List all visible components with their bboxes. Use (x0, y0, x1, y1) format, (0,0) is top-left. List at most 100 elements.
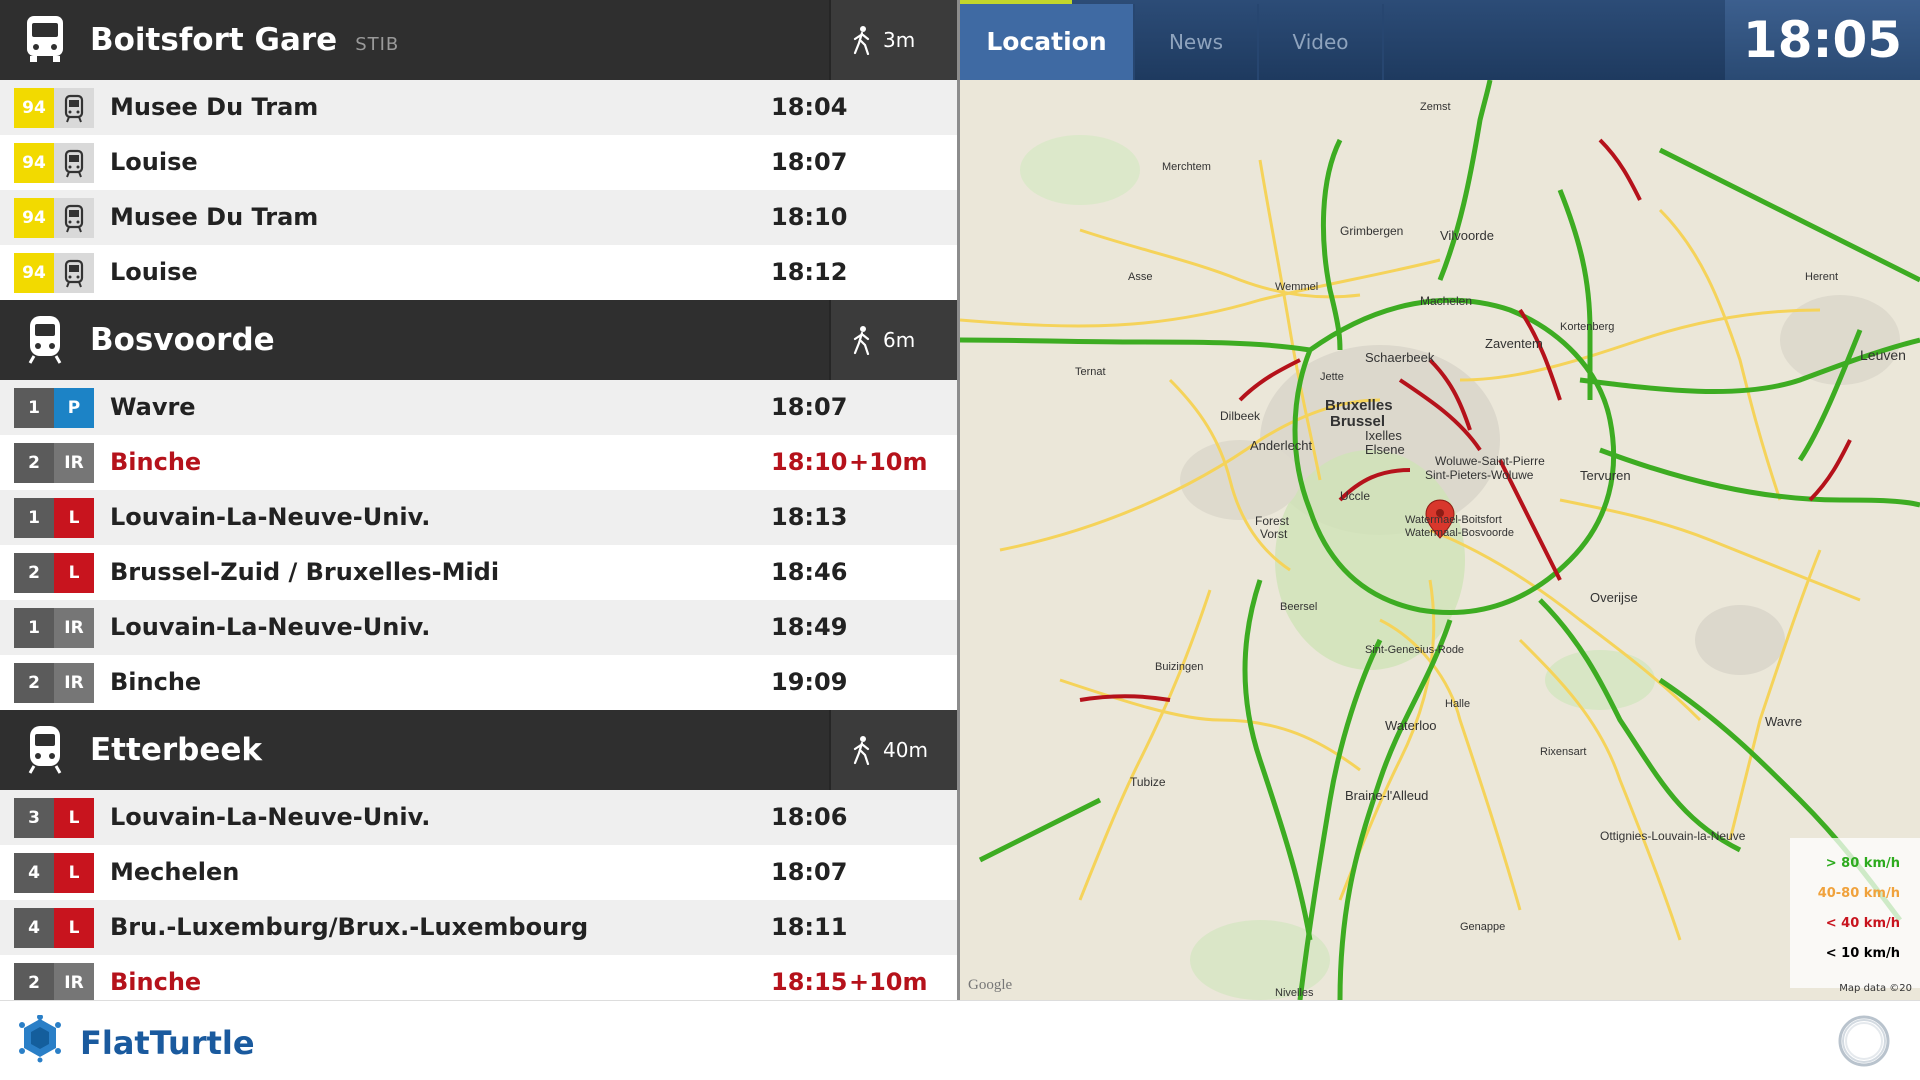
departure-time: 18:06 (771, 803, 848, 831)
station-header: Boitsfort Gare STIB 3m (0, 0, 957, 80)
map-label: Asse (1128, 271, 1152, 283)
destination: Mechelen (110, 858, 240, 886)
platform-badge: 1 (14, 388, 54, 428)
train-type-badge: IR (54, 443, 94, 483)
platform-badge: 2 (14, 553, 54, 593)
station-name: Bosvoorde (90, 322, 275, 358)
destination: Binche (110, 668, 202, 696)
walk-time: 6m (883, 328, 916, 352)
traffic-legend: > 80 km/h 40-80 km/h < 40 km/h < 10 km/h (1790, 838, 1920, 988)
platform-badge: 2 (14, 963, 54, 1000)
destination: Binche (110, 448, 202, 476)
map-label: Leuven (1860, 347, 1906, 363)
map-canvas[interactable]: Bruxelles Brussel Schaerbeek Ixelles Els… (960, 80, 1920, 1000)
tab-location[interactable]: Location (960, 4, 1135, 80)
map-label: Genappe (1460, 921, 1505, 933)
station-operator: STIB (355, 34, 400, 55)
legend-item: < 10 km/h (1825, 946, 1900, 961)
destination: Brussel-Zuid / Bruxelles-Midi (110, 558, 500, 586)
traffic-map[interactable]: Bruxelles Brussel Schaerbeek Ixelles Els… (960, 80, 1920, 1000)
map-label: Watermael-Boitsfort (1405, 514, 1502, 526)
departure-time: 18:07 (771, 148, 848, 176)
departure-row: 94 Louise 18:07 (0, 135, 957, 190)
map-label: Grimbergen (1340, 224, 1403, 238)
destination: Louvain-La-Neuve-Univ. (110, 503, 431, 531)
departure-time: 18:11 (771, 913, 848, 941)
platform-badge: 2 (14, 663, 54, 703)
destination: Binche (110, 968, 202, 996)
map-label: Overijse (1590, 590, 1638, 605)
map-label: Merchtem (1162, 161, 1211, 173)
map-label: Tubize (1130, 775, 1166, 789)
map-label: Ottignies-Louvain-la-Neuve (1600, 829, 1746, 843)
departure-time: 18:07 (771, 393, 848, 421)
map-label: Buizingen (1155, 661, 1203, 673)
departure-time: 18:07 (771, 858, 848, 886)
tab-video[interactable]: Video (1259, 4, 1384, 80)
departure-row: 2 IR Binche 19:09 (0, 655, 957, 710)
departure-time: 18:12 (771, 258, 848, 286)
destination: Louvain-La-Neuve-Univ. (110, 803, 431, 831)
departures-panel: Boitsfort Gare STIB 3m 94 Musee Du Tram 1… (0, 0, 957, 1000)
map-label: Nivelles (1275, 987, 1314, 999)
legend-item: < 40 km/h (1825, 916, 1900, 931)
train-type-badge: L (54, 908, 94, 948)
destination: Musee Du Tram (110, 93, 319, 121)
platform-badge: 4 (14, 853, 54, 893)
departure-time: 18:10 (771, 203, 848, 231)
map-label: Watermaal-Bosvoorde (1405, 527, 1514, 539)
map-label: Herent (1805, 271, 1838, 283)
map-credit: Map data ©20 (1839, 983, 1912, 994)
map-label: Zemst (1420, 101, 1451, 113)
map-label: Vorst (1260, 527, 1288, 541)
delay-label: +10m (849, 448, 928, 476)
tram-icon (54, 198, 94, 238)
map-label: Schaerbeek (1365, 350, 1435, 365)
train-type-badge: IR (54, 608, 94, 648)
map-label: Jette (1320, 371, 1344, 383)
departure-time: 18:49 (771, 613, 848, 641)
walk-time: 3m (883, 28, 916, 52)
platform-badge: 1 (14, 608, 54, 648)
departure-row: 1 L Louvain-La-Neuve-Univ. 18:13 (0, 490, 957, 545)
destination: Louise (110, 148, 198, 176)
map-label: Ternat (1075, 366, 1106, 378)
departure-row: 4 L Mechelen 18:07 (0, 845, 957, 900)
destination: Louvain-La-Neuve-Univ. (110, 613, 431, 641)
map-label: Rixensart (1540, 746, 1586, 758)
map-label: Uccle (1340, 489, 1370, 503)
train-type-badge: L (54, 553, 94, 593)
departure-time: 19:09 (771, 668, 848, 696)
footer: FlatTurtle (0, 1000, 1920, 1080)
clock: 18:05 (1725, 0, 1920, 80)
map-label: Sint-Pieters-Woluwe (1425, 468, 1534, 482)
destination: Bru.-Luxemburg/Brux.-Luxembourg (110, 913, 589, 941)
map-label: Anderlecht (1250, 438, 1313, 453)
map-label: Dilbeek (1220, 409, 1261, 423)
line-number-badge: 94 (14, 198, 54, 238)
departure-row: 1 IR Louvain-La-Neuve-Univ. 18:49 (0, 600, 957, 655)
brand-name: FlatTurtle (80, 1024, 255, 1062)
train-type-badge: L (54, 498, 94, 538)
destination: Louise (110, 258, 198, 286)
map-label: Elsene (1365, 442, 1405, 457)
legend-item: > 80 km/h (1825, 856, 1900, 871)
departure-row: 94 Musee Du Tram 18:04 (0, 80, 957, 135)
line-number-badge: 94 (14, 253, 54, 293)
walk-time-box: 40m (829, 710, 957, 790)
walk-time-box: 6m (829, 300, 957, 380)
departure-row: 3 L Louvain-La-Neuve-Univ. 18:06 (0, 790, 957, 845)
platform-badge: 3 (14, 798, 54, 838)
destination: Wavre (110, 393, 196, 421)
tram-icon (54, 88, 94, 128)
departure-time: 18:13 (771, 503, 848, 531)
destination: Musee Du Tram (110, 203, 319, 231)
delay-label: +10m (849, 968, 928, 996)
departure-time: 18:46 (771, 558, 848, 586)
legend-item: 40-80 km/h (1817, 886, 1900, 901)
train-type-badge: IR (54, 663, 94, 703)
map-label: Sint-Genesius-Rode (1365, 644, 1464, 656)
tab-news[interactable]: News (1135, 4, 1259, 80)
map-label: Bruxelles (1325, 397, 1393, 414)
departure-time: 18:04 (771, 93, 848, 121)
